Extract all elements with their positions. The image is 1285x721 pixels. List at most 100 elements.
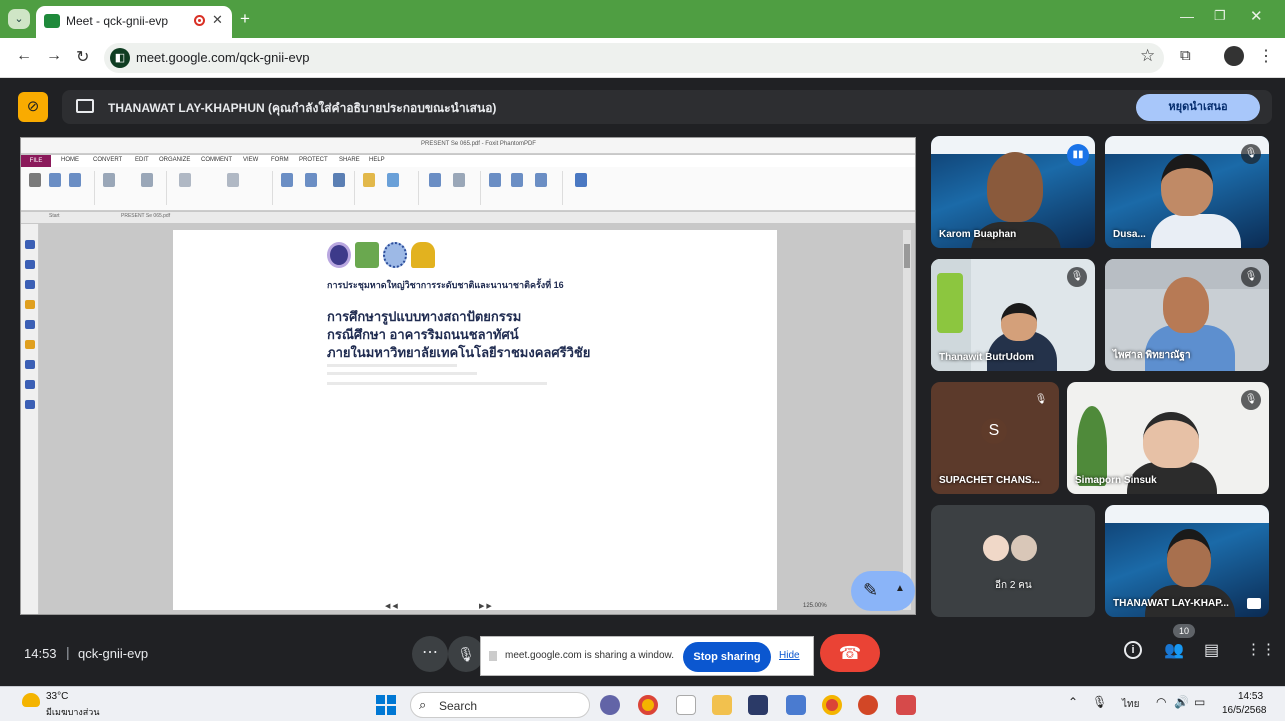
pdf-zoom-level[interactable]: 125.00%	[803, 603, 827, 609]
layers-panel-icon[interactable]	[25, 280, 35, 289]
actual-size-icon[interactable]	[141, 173, 153, 187]
windows-start-button[interactable]	[376, 695, 396, 715]
notepad-app-icon[interactable]	[786, 695, 806, 715]
participant-tile[interactable]: 🎙 Thanawit ButrUdom	[931, 259, 1095, 371]
taskbar-clock-time[interactable]: 14:53	[1238, 691, 1263, 702]
pdf-scroll-thumb[interactable]	[904, 244, 910, 268]
security-panel-icon[interactable]	[25, 340, 35, 349]
tray-microphone-icon[interactable]: 🎙	[1092, 695, 1107, 709]
stop-sharing-button[interactable]: Stop sharing	[683, 642, 771, 672]
select-text-icon[interactable]	[49, 173, 61, 187]
drag-handle-icon[interactable]	[489, 651, 497, 661]
ribbon-group-clipboard[interactable]	[97, 171, 167, 205]
forward-arrow-icon[interactable]: →	[46, 47, 62, 65]
attachments-panel-icon[interactable]	[25, 320, 35, 329]
participant-tile[interactable]: 🎙 Simaporn Sinsuk	[1067, 382, 1269, 494]
file-explorer-app-icon[interactable]	[712, 695, 732, 715]
participant-tile-self[interactable]: THANAWAT LAY-KHAP...	[1105, 505, 1269, 617]
participant-tile[interactable]: 🎙 Dusa...	[1105, 136, 1269, 248]
chrome-app-icon[interactable]	[638, 695, 658, 715]
ribbon-group-tools[interactable]	[25, 171, 95, 205]
hide-notice-link[interactable]: Hide	[779, 650, 800, 661]
ribbon-tab-convert[interactable]: CONVERT	[93, 157, 122, 163]
window-minimize-icon[interactable]: —	[1180, 8, 1194, 24]
suspect-results-icon[interactable]	[535, 173, 547, 187]
tags-panel-icon[interactable]	[25, 400, 35, 409]
edit-text-icon[interactable]	[281, 173, 293, 187]
window-close-icon[interactable]: ✕	[1250, 7, 1263, 25]
back-arrow-icon[interactable]: ←	[16, 47, 32, 65]
extensions-icon[interactable]: ⧉	[1180, 47, 1191, 64]
site-info-icon[interactable]: ◧	[110, 48, 130, 68]
ribbon-group-comment[interactable]	[357, 171, 419, 205]
participant-tile-others[interactable]: อีก 2 คน	[931, 505, 1095, 617]
hand-tool-icon[interactable]	[29, 173, 41, 187]
ribbon-tab-view[interactable]: VIEW	[243, 157, 258, 163]
ribbon-group-view[interactable]	[169, 171, 273, 205]
ribbon-tab-help[interactable]: HELP	[369, 157, 385, 163]
ribbon-tab-home[interactable]: HOME	[61, 157, 79, 163]
photoshop-app-icon[interactable]	[748, 695, 768, 715]
wifi-icon[interactable]: ◠	[1156, 695, 1166, 709]
window-restore-icon[interactable]: ❐	[1214, 8, 1226, 24]
ocr-icon[interactable]	[511, 173, 523, 187]
shared-screen[interactable]: PRESENT Se 065.pdf - Foxit PhantomPDF FI…	[20, 137, 916, 615]
profile-avatar-icon[interactable]	[1224, 46, 1244, 66]
participant-tile[interactable]: ▮▮ Karom Buaphan	[931, 136, 1095, 248]
quick-scan-icon[interactable]	[489, 173, 501, 187]
powerpoint-app-icon[interactable]	[858, 695, 878, 715]
ribbon-tab-organize[interactable]: ORGANIZE	[159, 157, 190, 163]
new-tab-button[interactable]: +	[240, 9, 250, 29]
people-icon[interactable]: 👥	[1164, 640, 1184, 660]
battery-icon[interactable]: ▭	[1194, 695, 1205, 709]
stop-presenting-button[interactable]: หยุดนำเสนอ	[1136, 94, 1260, 121]
signatures-panel-icon[interactable]	[25, 360, 35, 369]
ribbon-tab-comment[interactable]: COMMENT	[201, 157, 232, 163]
meeting-info-icon[interactable]: i	[1124, 641, 1142, 659]
taskbar-search-box[interactable]: ⌕ Search	[410, 692, 590, 718]
browser-menu-icon[interactable]: ⋮	[1258, 46, 1274, 66]
participant-tile[interactable]: 🎙 ไพศาล พิทยาณัฐา	[1105, 259, 1269, 371]
snapshot-icon[interactable]	[103, 173, 115, 187]
pdf-vertical-scrollbar[interactable]	[903, 230, 911, 610]
fit-page-icon[interactable]	[179, 173, 191, 187]
tab-close-icon[interactable]: ✕	[212, 12, 223, 28]
bookmark-star-icon[interactable]: ☆	[1140, 46, 1155, 66]
tab-search-chevron-icon[interactable]: ⌄	[8, 9, 30, 29]
ribbon-group-edit[interactable]	[275, 171, 355, 205]
weather-cloud-sun-icon[interactable]	[22, 693, 40, 707]
highlight-icon[interactable]	[387, 173, 399, 187]
insert-pages-icon[interactable]	[453, 173, 465, 187]
edit-object-icon[interactable]	[305, 173, 317, 187]
volume-icon[interactable]: 🔊	[1174, 695, 1189, 709]
typewriter-icon[interactable]	[333, 173, 345, 187]
ribbon-tab-share[interactable]: SHARE	[339, 157, 360, 163]
content-panel-icon[interactable]	[25, 380, 35, 389]
bookmarks-panel-icon[interactable]	[25, 240, 35, 249]
page-next-icon[interactable]: ▶ ▶	[479, 602, 492, 610]
url-field[interactable]: ◧ meet.google.com/qck-gnii-evp	[104, 43, 1164, 73]
participant-tile[interactable]: S 🎙 SUPACHET CHANS...	[931, 382, 1059, 494]
camera-off-icon[interactable]: ⊘	[18, 92, 48, 122]
reload-icon[interactable]: ↻	[76, 47, 89, 67]
ribbon-tab-file[interactable]: FILE	[21, 155, 51, 167]
ribbon-group-convert[interactable]	[483, 171, 563, 205]
copilot-app-icon[interactable]	[600, 695, 620, 715]
comments-panel-icon[interactable]	[25, 300, 35, 309]
url-text[interactable]: meet.google.com/qck-gnii-evp	[136, 50, 309, 65]
foxit-pdf-app-icon[interactable]	[896, 695, 916, 715]
page-prev-icon[interactable]: ◀ ◀	[385, 602, 398, 610]
leave-call-button[interactable]: ☎	[820, 634, 880, 672]
doc-tab-present[interactable]: PRESENT Se 065.pdf	[121, 213, 170, 219]
select-annotation-icon[interactable]	[69, 173, 81, 187]
note-icon[interactable]	[363, 173, 375, 187]
activities-grid-icon[interactable]: ⋮⋮	[1246, 640, 1276, 658]
ribbon-tab-protect[interactable]: PROTECT	[299, 157, 328, 163]
ribbon-tab-form[interactable]: FORM	[271, 157, 289, 163]
annotation-tool-button[interactable]: ✎ ▲	[851, 571, 915, 611]
more-options-button[interactable]: ⋯	[412, 636, 448, 672]
pdf-sign-icon[interactable]	[575, 173, 587, 187]
rotate-icon[interactable]	[227, 173, 239, 187]
doc-tab-start[interactable]: Start	[49, 213, 60, 219]
blank-document-app-icon[interactable]	[676, 695, 696, 715]
